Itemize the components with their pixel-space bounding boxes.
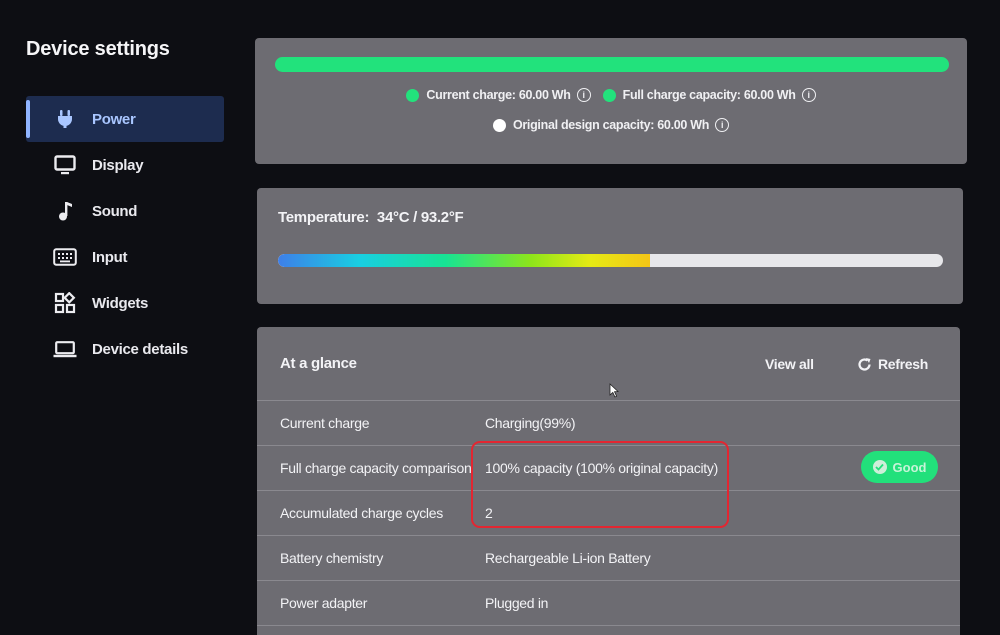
full-charge-dot — [602, 88, 616, 102]
row-value: Rechargeable Li-ion Battery — [485, 550, 651, 566]
view-all-link[interactable]: View all — [765, 356, 814, 372]
info-icon[interactable]: i — [801, 88, 816, 102]
current-charge-dot — [406, 88, 420, 102]
row-key: Power adapter — [280, 595, 368, 611]
temperature-value: 34°C / 93.2°F — [376, 209, 464, 226]
temperature-readout: Temperature: 34°C / 93.2°F — [278, 209, 464, 226]
legend-current-charge: Current charge: 60.00 Wh i — [406, 88, 591, 102]
sidebar-item-device-details[interactable]: Device details — [26, 326, 224, 372]
refresh-button[interactable]: Refresh — [857, 356, 928, 372]
temperature-bar — [278, 254, 943, 267]
glance-header: At a glance View all Refresh — [257, 327, 960, 401]
table-row: Battery chemistry Rechargeable Li-ion Ba… — [257, 536, 960, 581]
mouse-cursor-icon — [609, 383, 619, 398]
sidebar-item-sound[interactable]: Sound — [26, 188, 224, 234]
table-row: Current charge Charging(99%) — [257, 401, 960, 446]
design-capacity-dot — [492, 118, 506, 132]
row-key: Battery chemistry — [280, 550, 384, 566]
laptop-icon — [52, 337, 78, 361]
sidebar-item-input[interactable]: Input — [26, 234, 224, 280]
glance-title: At a glance — [280, 355, 357, 372]
charge-level-bar — [275, 57, 949, 72]
row-key: Current charge — [280, 415, 370, 431]
checkmark-icon — [872, 460, 887, 474]
refresh-icon — [858, 357, 871, 371]
sidebar-item-label: Device details — [92, 340, 188, 358]
power-plug-icon — [52, 107, 78, 131]
sidebar-item-label: Widgets — [92, 294, 149, 312]
row-value: Charging(99%) — [485, 415, 576, 431]
row-key: Accumulated charge cycles — [280, 505, 443, 521]
legend-label: Current charge: 60.00 Wh — [426, 88, 571, 102]
sidebar-item-label: Input — [92, 248, 128, 266]
legend-label: Original design capacity: 60.00 Wh — [512, 118, 710, 132]
sidebar-item-display[interactable]: Display — [26, 142, 224, 188]
temperature-card: Temperature: 34°C / 93.2°F — [257, 188, 963, 304]
info-icon[interactable]: i — [715, 118, 730, 132]
annotation-highlight-box — [471, 441, 729, 528]
battery-capacity-card: Current charge: 60.00 Wh i Full charge c… — [255, 38, 967, 164]
sidebar-nav: Power Display Sound Input Widgets Device… — [26, 96, 224, 372]
legend-design-capacity: Original design capacity: 60.00 Wh i — [492, 118, 730, 132]
legend-label: Full charge capacity: 60.00 Wh — [622, 88, 796, 102]
sidebar-item-power[interactable]: Power — [26, 96, 224, 142]
temperature-label: Temperature: — [278, 209, 370, 226]
status-badge-label: Good — [892, 459, 927, 475]
app-title: Device settings — [26, 38, 170, 60]
widgets-grid-icon — [52, 291, 78, 315]
monitor-icon — [52, 153, 78, 177]
row-value: Plugged in — [485, 595, 549, 611]
sidebar-item-label: Power — [92, 110, 136, 128]
music-note-icon — [52, 199, 78, 223]
sidebar-item-label: Display — [92, 156, 144, 174]
row-key: Full charge capacity comparison — [280, 460, 472, 476]
table-row: Power adapter Plugged in — [257, 581, 960, 626]
temperature-bar-fill — [278, 254, 651, 267]
capacity-legend: Current charge: 60.00 Wh i Full charge c… — [255, 88, 967, 102]
capacity-legend-design: Original design capacity: 60.00 Wh i — [255, 118, 967, 132]
sidebar-item-label: Sound — [92, 202, 138, 220]
refresh-label: Refresh — [878, 356, 929, 372]
keyboard-icon — [52, 245, 78, 269]
legend-full-charge-capacity: Full charge capacity: 60.00 Wh i — [602, 88, 816, 102]
info-icon[interactable]: i — [576, 88, 591, 102]
sidebar-item-widgets[interactable]: Widgets — [26, 280, 224, 326]
status-badge: Good — [861, 451, 938, 483]
